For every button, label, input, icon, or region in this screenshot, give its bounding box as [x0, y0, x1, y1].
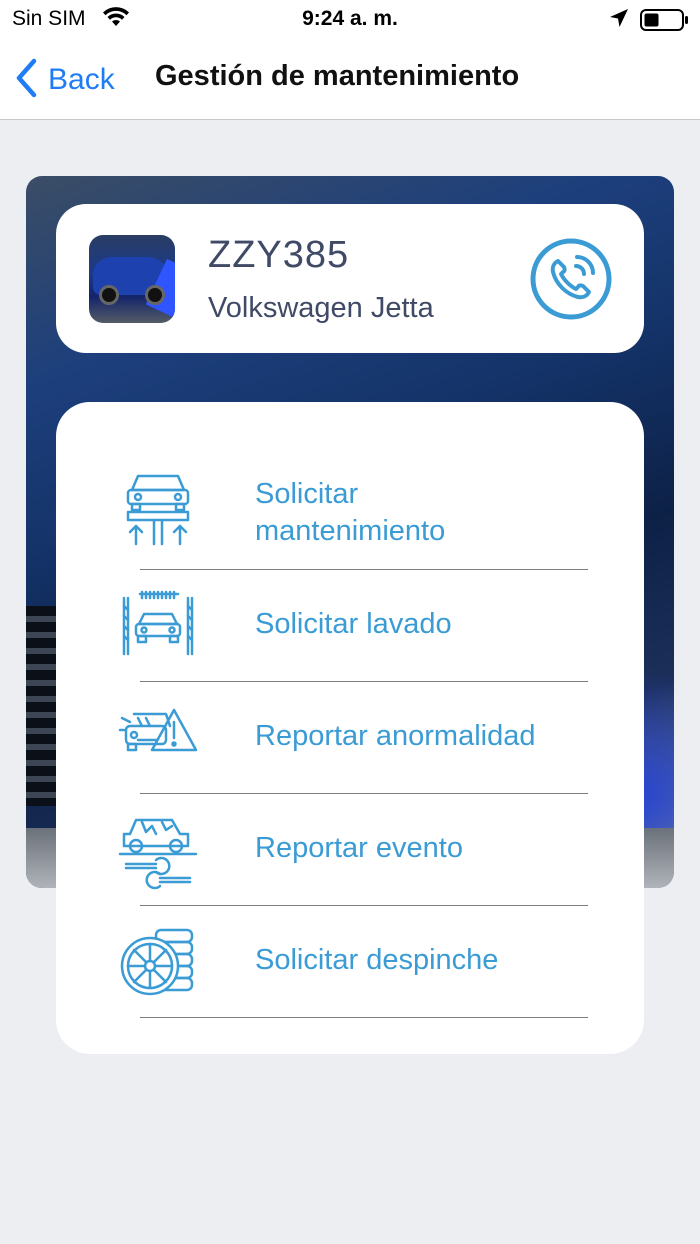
car-wash-icon	[116, 584, 200, 668]
chevron-left-icon	[14, 58, 38, 103]
action-label: Solicitar despinche	[255, 944, 499, 976]
vehicle-card: ZZY385 Volkswagen Jetta	[56, 204, 644, 353]
action-label: Reportar evento	[255, 832, 463, 864]
action-label: Solicitar lavado	[255, 608, 452, 640]
phone-icon	[529, 238, 613, 325]
navigation-bar: Back Gestión de mantenimiento	[0, 40, 700, 120]
action-request-maintenance[interactable]: Solicitar mantenimiento	[56, 454, 644, 570]
status-time: 9:24 a. m.	[302, 7, 398, 30]
action-report-abnormality[interactable]: Reportar anormalidad	[56, 682, 644, 794]
car-lift-icon	[116, 468, 200, 552]
divider	[140, 1017, 588, 1018]
location-arrow-icon	[608, 7, 630, 35]
tires-icon	[116, 920, 200, 1004]
page-title: Gestión de mantenimiento	[155, 60, 520, 92]
back-button[interactable]: Back	[14, 58, 115, 102]
back-label: Back	[48, 63, 115, 96]
action-request-wash[interactable]: Solicitar lavado	[56, 570, 644, 682]
actions-card: Solicitar mantenimiento Solicitar lavado	[56, 402, 644, 1054]
vehicle-plate: ZZY385	[208, 234, 350, 276]
battery-icon	[640, 8, 690, 38]
action-request-tire-repair[interactable]: Solicitar despinche	[56, 906, 644, 1018]
action-label: Solicitar mantenimiento	[255, 478, 446, 547]
action-label: Reportar anormalidad	[255, 720, 536, 752]
vehicle-thumbnail	[89, 235, 175, 323]
status-bar: Sin SIM 9:24 a. m.	[0, 0, 700, 40]
vehicle-model: Volkswagen Jetta	[208, 292, 434, 324]
car-warning-icon	[116, 696, 200, 780]
call-button[interactable]	[529, 237, 613, 321]
action-report-event[interactable]: Reportar evento	[56, 794, 644, 906]
damaged-car-wrench-icon	[116, 808, 200, 892]
